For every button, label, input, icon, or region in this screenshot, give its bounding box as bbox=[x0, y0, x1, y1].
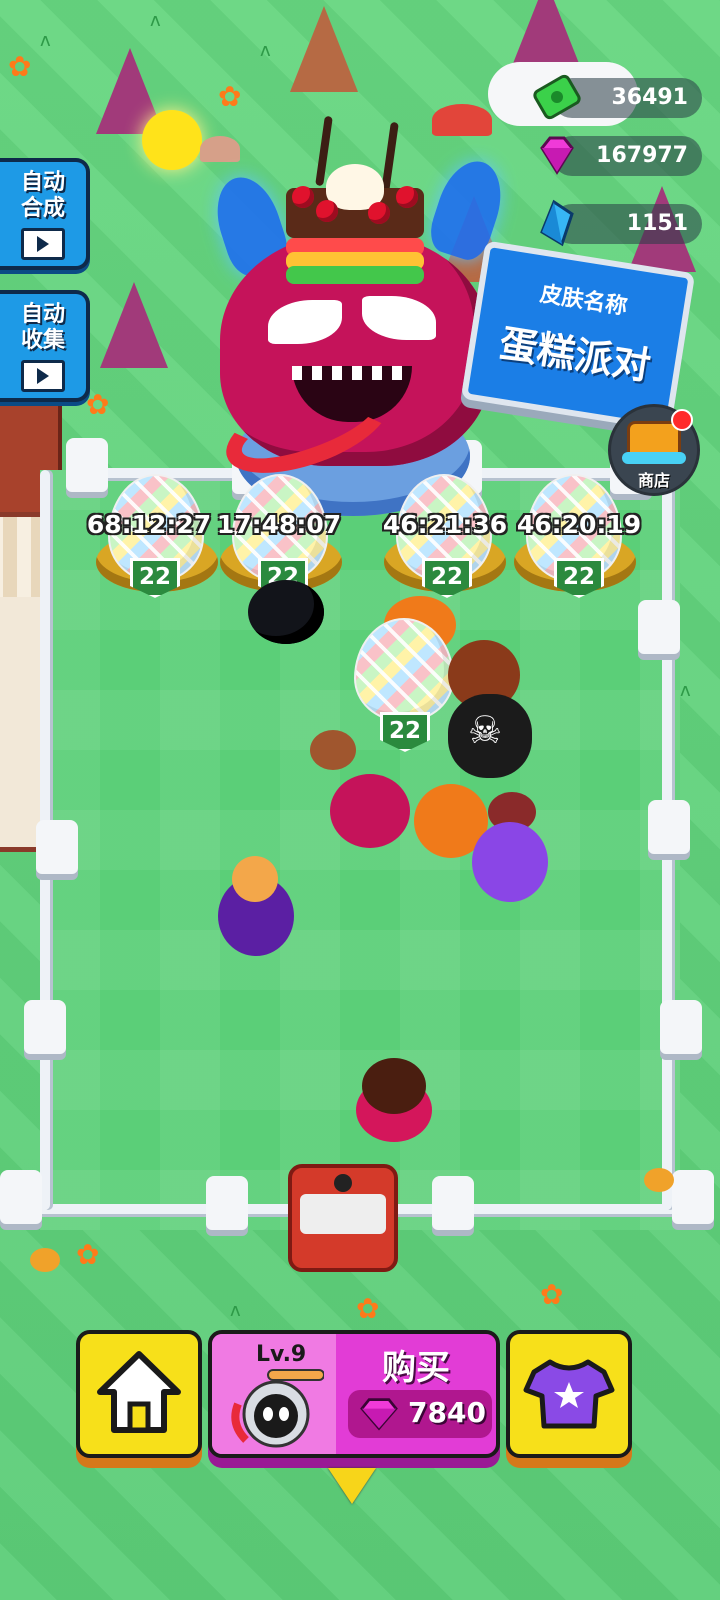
cherry bbox=[316, 200, 338, 222]
flower: ✿ bbox=[540, 1278, 564, 1311]
fence-post bbox=[36, 820, 78, 874]
brown-tree bbox=[290, 6, 358, 92]
cherry bbox=[396, 186, 418, 208]
rider-character bbox=[232, 856, 278, 902]
cash-icon bbox=[533, 74, 581, 120]
fence-post bbox=[638, 600, 680, 654]
egg-timer: 46:20:19 bbox=[516, 510, 642, 539]
grass-tuft: ʌ bbox=[260, 40, 271, 61]
gem-counter: 167977 bbox=[540, 136, 702, 176]
fence-post bbox=[432, 1176, 474, 1230]
pink-tree bbox=[100, 282, 168, 368]
grass-tuft: ʌ bbox=[40, 30, 51, 51]
buy-unit-button[interactable]: Lv.9 购买 7840 bbox=[208, 1330, 500, 1458]
spawner-barrel[interactable] bbox=[288, 1164, 398, 1272]
video-icon bbox=[21, 228, 65, 260]
poop-unit[interactable] bbox=[310, 730, 356, 770]
coin[interactable] bbox=[644, 1168, 674, 1192]
sun-fairy bbox=[142, 110, 202, 170]
cake-layer-green bbox=[286, 266, 424, 284]
cherry bbox=[368, 202, 390, 224]
grass-tuft: ʌ bbox=[680, 680, 691, 701]
flower: ✿ bbox=[8, 50, 32, 83]
cake-unit[interactable] bbox=[356, 1058, 432, 1142]
diamond-counter: 1151 bbox=[540, 199, 702, 247]
flower: ✿ bbox=[218, 80, 242, 113]
skin-billboard: 皮肤名称 蛋糕派对 bbox=[460, 240, 696, 432]
home-icon bbox=[97, 1351, 181, 1433]
bomb-unit-icon bbox=[231, 1369, 324, 1448]
auto-collect-label-2: 收集 bbox=[20, 328, 65, 353]
flower: ✿ bbox=[356, 1292, 380, 1325]
shop-label: 商店 bbox=[637, 471, 670, 490]
price-tag: 7840 bbox=[348, 1390, 492, 1438]
mushroom bbox=[432, 104, 492, 136]
auto-merge-button[interactable]: 自动 合成 bbox=[0, 158, 90, 270]
skin-button[interactable] bbox=[506, 1330, 632, 1458]
cash-counter: 36491 bbox=[533, 74, 702, 120]
skull-icon: ☠ bbox=[468, 708, 503, 752]
fence-post bbox=[206, 1176, 248, 1230]
mushroom bbox=[200, 136, 240, 162]
fence-post bbox=[24, 1000, 66, 1054]
pink-tree bbox=[512, 0, 580, 66]
expand-arrow-icon[interactable] bbox=[328, 1468, 376, 1504]
pink-gem-icon bbox=[360, 1398, 398, 1431]
buy-price: 7840 bbox=[408, 1396, 486, 1429]
ghost-unit[interactable] bbox=[472, 822, 548, 902]
blue-crystal-icon bbox=[540, 199, 574, 247]
cherry bbox=[292, 186, 314, 208]
fence-post bbox=[672, 1170, 714, 1224]
diamond-value: 1151 bbox=[626, 211, 688, 236]
cake-top bbox=[362, 1058, 426, 1114]
auto-merge-label-1: 自动 bbox=[20, 170, 65, 195]
venom-unit[interactable] bbox=[330, 774, 410, 848]
fence-post bbox=[660, 1000, 702, 1054]
unit-preview: Lv.9 bbox=[212, 1334, 336, 1454]
tshirt-icon bbox=[523, 1359, 615, 1429]
flower: ✿ bbox=[86, 388, 110, 421]
video-icon bbox=[21, 360, 65, 392]
cake-hat bbox=[286, 115, 424, 294]
fence-post bbox=[66, 438, 108, 492]
auto-collect-label-1: 自动 bbox=[20, 302, 65, 327]
pink-gem-icon bbox=[540, 136, 574, 175]
buy-label: 购买 bbox=[382, 1348, 450, 1388]
egg-timer: 46:21:36 bbox=[382, 510, 508, 539]
auto-merge-label-2: 合成 bbox=[20, 196, 65, 221]
boss-teeth bbox=[292, 366, 412, 380]
grass-tuft: ʌ bbox=[150, 10, 161, 31]
pirate-unit[interactable]: ☠ bbox=[448, 694, 532, 778]
coin[interactable] bbox=[30, 1248, 60, 1272]
egg-timer: 68:12:27 bbox=[86, 510, 212, 539]
cash-value: 36491 bbox=[611, 85, 688, 110]
shop-button[interactable]: 商店 bbox=[608, 404, 700, 496]
flower: ✿ bbox=[76, 1238, 100, 1271]
home-button[interactable] bbox=[76, 1330, 202, 1458]
grass-tuft: ʌ bbox=[230, 1300, 241, 1321]
notification-dot bbox=[671, 409, 693, 431]
bomb-unit[interactable] bbox=[248, 580, 324, 644]
gem-value: 167977 bbox=[596, 143, 688, 168]
fence-post bbox=[0, 1170, 42, 1224]
auto-collect-button[interactable]: 自动 收集 bbox=[0, 290, 90, 402]
egg-timer: 17:48:07 bbox=[216, 510, 342, 539]
fence-post bbox=[648, 800, 690, 854]
